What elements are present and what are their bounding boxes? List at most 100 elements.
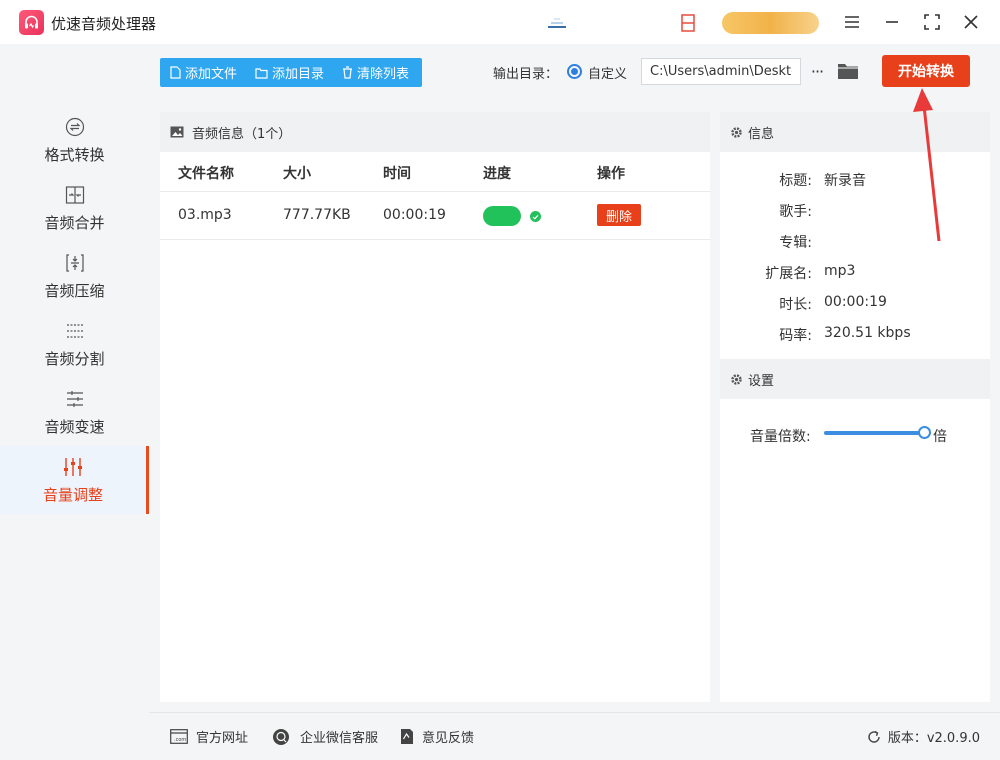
wechat-service-link[interactable]: 企业微信客服 (272, 727, 378, 746)
open-folder-icon[interactable] (837, 61, 859, 81)
info-panel: 信息 标题: 新录音 歌手: 专辑: 扩展名: mp3 时长: 00:00:19… (720, 112, 990, 359)
info-row-bitrate: 码率: 320.51 kbps (720, 325, 990, 345)
info-value: mp3 (824, 263, 856, 279)
official-website-link[interactable]: .com 官方网址 (170, 727, 248, 746)
audio-info-panel: 音频信息（1个） 文件名称 大小 时间 进度 操作 03.mp3 777.77K… (160, 112, 710, 702)
sidebar-item-merge[interactable]: 音频合并 (0, 174, 149, 242)
vip-badge[interactable] (722, 12, 819, 34)
settings-panel-header: 设置 (720, 359, 990, 399)
add-file-label: 添加文件 (185, 67, 238, 82)
minimize-icon[interactable] (880, 10, 904, 34)
close-icon[interactable] (959, 10, 983, 34)
sidebar-item-label: 音频分割 (44, 349, 105, 368)
output-path-input[interactable] (641, 58, 801, 85)
info-key: 歌手: (779, 204, 812, 220)
column-header-time: 时间 (383, 166, 411, 182)
info-value: 320.51 kbps (824, 325, 911, 341)
info-key: 标题: (779, 173, 812, 189)
info-value: 新录音 (824, 173, 866, 189)
sidebar: 格式转换 音频合并 音频压缩 音频分割 音频变速 音量调整 (0, 44, 149, 760)
compress-icon (64, 252, 86, 274)
custom-output-radio[interactable] (567, 64, 582, 79)
gear-icon (731, 126, 742, 138)
app-title: 优速音频处理器 (51, 15, 157, 33)
volume-unit-label: 倍 (933, 429, 947, 445)
info-panel-header: 信息 (720, 112, 990, 152)
audio-panel-title: 音频信息（1个） (192, 126, 292, 142)
info-panel-title: 信息 (748, 126, 775, 142)
version-label: 版本：v2.0.9.0 (887, 731, 980, 746)
merge-icon (64, 184, 86, 206)
info-value: 00:00:19 (824, 294, 887, 310)
sidebar-item-split[interactable]: 音频分割 (0, 310, 149, 378)
maximize-icon[interactable] (920, 10, 944, 34)
file-toolbar: 添加文件 添加目录 清除列表 (160, 58, 422, 87)
column-header-action: 操作 (597, 166, 625, 182)
footer: .com 官方网址 企业微信客服 意见反馈 版本：v2.0.9.0 (149, 712, 1000, 760)
table-header: 文件名称 大小 时间 进度 操作 (160, 152, 710, 192)
sidebar-item-label: 音量调整 (42, 485, 103, 504)
format-convert-icon (64, 116, 86, 138)
wechat-icon (273, 728, 289, 745)
browse-more-button[interactable]: ··· (808, 60, 826, 82)
clear-list-button[interactable]: 清除列表 (332, 58, 417, 87)
file-icon (170, 66, 181, 79)
add-file-button[interactable]: 添加文件 (160, 58, 245, 87)
sidebar-item-volume-adjust[interactable]: 音量调整 (0, 446, 149, 514)
audio-panel-header: 音频信息（1个） (160, 112, 710, 152)
info-row-extension: 扩展名: mp3 (720, 263, 990, 283)
menu-icon[interactable] (840, 10, 864, 34)
volume-slider-fill (824, 431, 924, 435)
sidebar-item-compress[interactable]: 音频压缩 (0, 242, 149, 310)
speed-icon (64, 388, 86, 410)
sidebar-item-label: 音频合并 (44, 213, 105, 232)
volume-slider-thumb[interactable] (918, 426, 931, 439)
official-website-label: 官方网址 (196, 731, 249, 746)
settings-panel: 设置 音量倍数: 倍 (720, 359, 990, 702)
feedback-link[interactable]: 意见反馈 (400, 727, 474, 746)
column-header-progress: 进度 (483, 166, 511, 182)
app-logo-icon (19, 10, 44, 35)
website-icon: .com (170, 729, 188, 744)
sidebar-item-label: 格式转换 (44, 145, 105, 164)
column-header-name: 文件名称 (178, 166, 234, 182)
add-directory-button[interactable]: 添加目录 (245, 58, 332, 87)
svg-text:.com: .com (174, 737, 186, 743)
custom-output-label: 自定义 (588, 67, 628, 82)
volume-slider[interactable] (824, 426, 931, 439)
progress-bar (483, 206, 521, 226)
file-time-cell: 00:00:19 (383, 207, 446, 223)
settings-panel-title: 设置 (748, 373, 775, 389)
refresh-icon[interactable] (866, 729, 882, 745)
gift-icon[interactable] (681, 13, 695, 33)
cloud-icon[interactable] (546, 15, 568, 29)
delete-button[interactable]: 删除 (597, 204, 641, 226)
sidebar-item-label: 音频压缩 (44, 281, 105, 300)
table-row[interactable]: 03.mp3 777.77KB 00:00:19 删除 (160, 192, 710, 240)
folder-outline-icon (255, 67, 268, 79)
sidebar-item-format-convert[interactable]: 格式转换 (0, 106, 149, 174)
image-icon (170, 126, 184, 138)
add-directory-label: 添加目录 (272, 67, 325, 82)
wechat-service-label: 企业微信客服 (300, 731, 379, 746)
sidebar-item-speed[interactable]: 音频变速 (0, 378, 149, 446)
file-name-cell: 03.mp3 (178, 207, 232, 223)
info-key: 扩展名: (765, 266, 812, 282)
volume-multiplier-label: 音量倍数: (750, 429, 811, 445)
feedback-icon (401, 729, 413, 744)
info-key: 专辑: (779, 235, 812, 251)
check-icon (530, 211, 541, 222)
version-info: 版本：v2.0.9.0 (866, 727, 980, 746)
output-dir-label: 输出目录： (493, 67, 559, 82)
feedback-label: 意见反馈 (422, 731, 475, 746)
start-convert-button[interactable]: 开始转换 (882, 55, 970, 87)
info-row-title: 标题: 新录音 (720, 170, 990, 190)
volume-adjust-icon (62, 456, 84, 478)
info-key: 码率: (779, 328, 812, 344)
info-row-duration: 时长: 00:00:19 (720, 294, 990, 314)
split-icon (64, 320, 86, 342)
gear-icon (731, 373, 742, 385)
column-header-size: 大小 (283, 166, 311, 182)
info-row-artist: 歌手: (720, 201, 990, 221)
file-size-cell: 777.77KB (283, 207, 351, 223)
